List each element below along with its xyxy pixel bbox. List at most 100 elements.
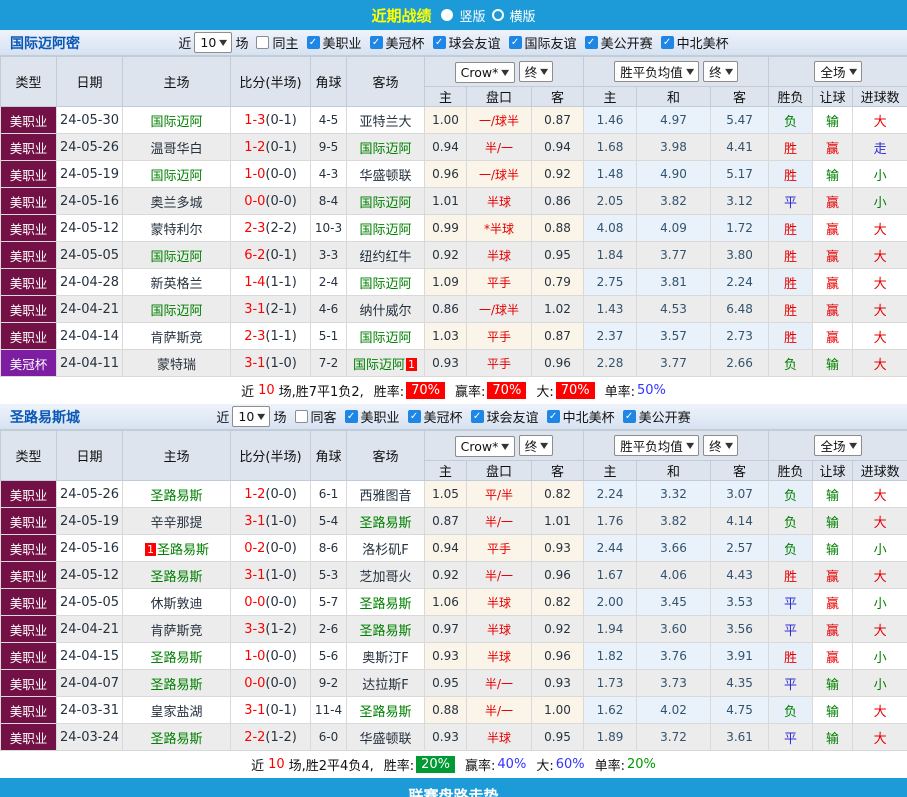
away-team[interactable]: 国际迈阿	[359, 196, 411, 211]
league-label-0[interactable]: 美职业	[323, 33, 362, 52]
match-row: 美职业24-04-21国际迈阿3-1(2-1)4-6纳什威尔0.86一/球半1.…	[1, 296, 907, 323]
away-cell: 国际迈阿	[347, 215, 425, 242]
league-label-4[interactable]: 美公开赛	[601, 33, 653, 52]
layout-radio-horizontal-label[interactable]: 横版	[510, 6, 536, 25]
league-label-3[interactable]: 中北美杯	[563, 407, 615, 426]
layout-radio-horizontal[interactable]	[492, 9, 504, 21]
home-team[interactable]: 圣路易斯	[150, 678, 202, 693]
league-label-3[interactable]: 国际友谊	[525, 33, 577, 52]
avg-type-select[interactable]: 胜平负均值▼	[614, 435, 699, 456]
league-checkbox-3[interactable]: ✓	[547, 410, 560, 423]
home-team[interactable]: 圣路易斯	[150, 732, 202, 747]
away-team[interactable]: 纽约红牛	[359, 250, 411, 265]
league-label-1[interactable]: 美冠杯	[424, 407, 463, 426]
same-venue-label[interactable]: 同客	[311, 407, 337, 426]
odds-company-select[interactable]: Crow*▼	[455, 62, 515, 83]
away-team[interactable]: 奥斯汀F	[362, 651, 408, 666]
home-team[interactable]: 圣路易斯	[150, 570, 202, 585]
league-label-0[interactable]: 美职业	[361, 407, 400, 426]
league-label-5[interactable]: 中北美杯	[677, 33, 729, 52]
odds-time-select[interactable]: 终▼	[519, 61, 554, 82]
avg-time-select[interactable]: 终▼	[703, 435, 738, 456]
league-checkbox-1[interactable]: ✓	[408, 410, 421, 423]
home-team[interactable]: 圣路易斯	[157, 543, 209, 558]
result-goals-cell: 大	[853, 242, 907, 269]
home-cell: 肯萨斯竞	[123, 616, 231, 643]
scope-select[interactable]: 全场▼	[814, 61, 861, 82]
league-checkbox-2[interactable]: ✓	[433, 36, 446, 49]
home-team[interactable]: 肯萨斯竞	[150, 331, 202, 346]
league-checkbox-1[interactable]: ✓	[370, 36, 383, 49]
handicap-cell: 半/一	[467, 134, 532, 161]
fulltime-score: 2-3	[244, 221, 265, 236]
league-label-2[interactable]: 球会友谊	[449, 33, 501, 52]
same-venue-checkbox[interactable]	[295, 410, 308, 423]
home-team[interactable]: 辛辛那提	[150, 516, 202, 531]
away-team[interactable]: 圣路易斯	[359, 597, 411, 612]
home-cell: 1圣路易斯	[123, 535, 231, 562]
avg-type-select[interactable]: 胜平负均值▼	[614, 61, 699, 82]
home-team[interactable]: 圣路易斯	[150, 489, 202, 504]
same-venue-checkbox[interactable]	[256, 36, 269, 49]
home-team[interactable]: 圣路易斯	[150, 651, 202, 666]
league-checkbox-3[interactable]: ✓	[509, 36, 522, 49]
away-team[interactable]: 圣路易斯	[359, 705, 411, 720]
league-checkbox-4[interactable]: ✓	[585, 36, 598, 49]
away-team[interactable]: 国际迈阿	[359, 223, 411, 238]
league-checkbox-4[interactable]: ✓	[623, 410, 636, 423]
away-team[interactable]: 华盛顿联	[359, 169, 411, 184]
away-team[interactable]: 亚特兰大	[359, 115, 411, 130]
away-team[interactable]: 国际迈阿	[353, 358, 405, 373]
away-team[interactable]: 华盛顿联	[359, 732, 411, 747]
layout-radio-vertical[interactable]	[441, 9, 453, 21]
home-team[interactable]: 蒙特利尔	[150, 223, 202, 238]
league-label-4[interactable]: 美公开赛	[639, 407, 691, 426]
league-label-2[interactable]: 球会友谊	[487, 407, 539, 426]
home-team[interactable]: 国际迈阿	[150, 250, 202, 265]
layout-radio-vertical-label[interactable]: 竖版	[459, 6, 485, 25]
odds-time-select[interactable]: 终▼	[519, 435, 554, 456]
result-handicap-cell: 输	[813, 697, 853, 724]
home-team[interactable]: 肯萨斯竞	[150, 624, 202, 639]
summary-row: 近10场,胜2平4负4,胜率:20%赢率:40%大:60%单率:20%	[0, 751, 907, 778]
home-team[interactable]: 国际迈阿	[150, 115, 202, 130]
away-team[interactable]: 圣路易斯	[359, 516, 411, 531]
same-venue-label[interactable]: 同主	[272, 33, 298, 52]
away-team[interactable]: 达拉斯F	[362, 678, 408, 693]
scope-select[interactable]: 全场▼	[814, 435, 861, 456]
away-team[interactable]: 纳什威尔	[359, 304, 411, 319]
league-checkbox-0[interactable]: ✓	[345, 410, 358, 423]
date-cell: 24-04-15	[57, 643, 123, 670]
match-count-select[interactable]: 10▼	[232, 406, 270, 427]
away-team[interactable]: 洛杉矶F	[362, 543, 408, 558]
score-cell: 3-3(1-2)	[231, 616, 311, 643]
league-label-1[interactable]: 美冠杯	[386, 33, 425, 52]
away-team[interactable]: 国际迈阿	[359, 331, 411, 346]
home-team[interactable]: 国际迈阿	[150, 304, 202, 319]
league-checkbox-2[interactable]: ✓	[471, 410, 484, 423]
away-team[interactable]: 芝加哥火	[359, 570, 411, 585]
chevron-down-icon: ▼	[540, 67, 548, 76]
avg-time-select[interactable]: 终▼	[703, 61, 738, 82]
away-team[interactable]: 国际迈阿	[359, 142, 411, 157]
away-team[interactable]: 西雅图音	[359, 489, 411, 504]
league-checkbox-0[interactable]: ✓	[307, 36, 320, 49]
league-checkbox-5[interactable]: ✓	[661, 36, 674, 49]
home-team[interactable]: 温哥华白	[150, 142, 202, 157]
avg-home-cell: 2.24	[584, 481, 637, 508]
away-team[interactable]: 圣路易斯	[359, 624, 411, 639]
home-team[interactable]: 皇家盐湖	[150, 705, 202, 720]
home-team[interactable]: 蒙特瑞	[157, 358, 196, 373]
chevron-down-icon: ▼	[849, 441, 857, 450]
result-goals-cell: 大	[853, 350, 907, 377]
team-name[interactable]: 国际迈阿密	[10, 30, 80, 56]
match-count-select[interactable]: 10▼	[194, 32, 232, 53]
home-team[interactable]: 休斯敦迪	[150, 597, 202, 612]
home-team[interactable]: 新英格兰	[150, 277, 202, 292]
odds-company-select[interactable]: Crow*▼	[455, 436, 515, 457]
team-name[interactable]: 圣路易斯城	[10, 404, 80, 430]
summary-item-label-1: 赢率:	[465, 755, 495, 774]
away-team[interactable]: 国际迈阿	[359, 277, 411, 292]
home-team[interactable]: 国际迈阿	[150, 169, 202, 184]
home-team[interactable]: 奥兰多城	[150, 196, 202, 211]
